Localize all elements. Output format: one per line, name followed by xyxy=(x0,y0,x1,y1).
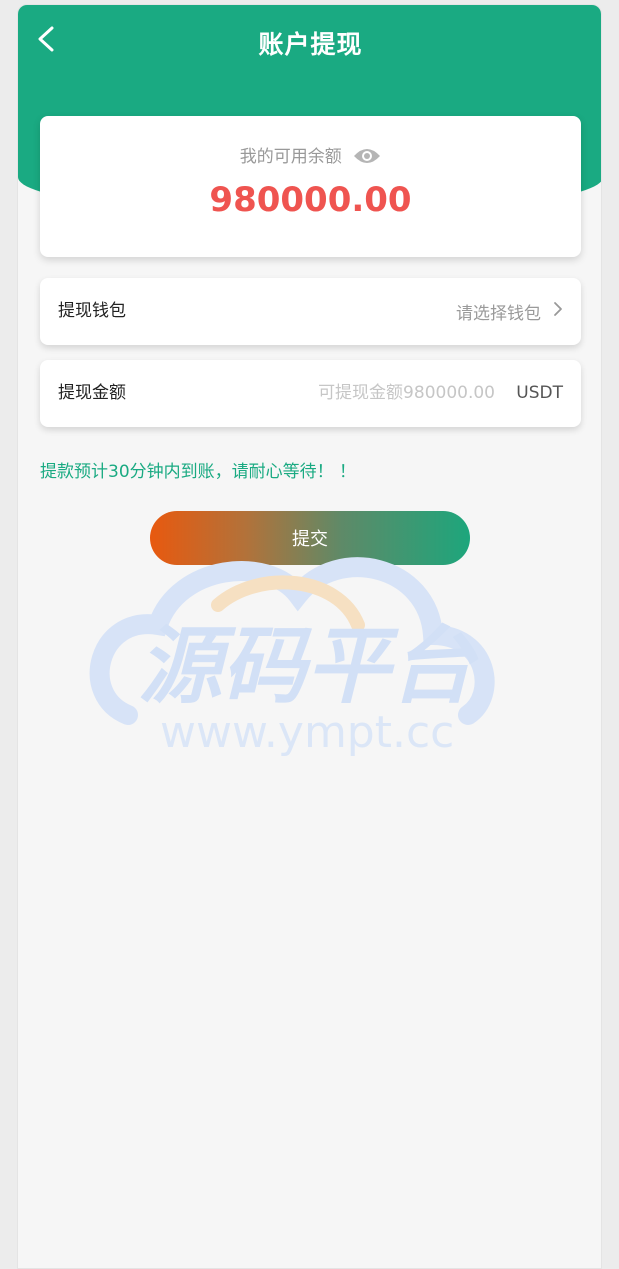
page-title: 账户提现 xyxy=(258,30,363,59)
balance-card: 我的可用余额 980000.00 xyxy=(40,116,581,257)
arrival-notice: 提款预计30分钟内到账，请耐心等待！ ！ xyxy=(40,462,357,482)
watermark-url: www.ympt.cc xyxy=(160,707,454,758)
eye-icon[interactable] xyxy=(353,146,381,171)
wallet-select-placeholder: 请选择钱包 xyxy=(456,304,541,324)
amount-input[interactable] xyxy=(255,377,495,409)
amount-row: 提现金额 USDT xyxy=(40,360,581,427)
app-screen: 账户提现 我的可用余额 980000.00 提现钱包 请选择钱包 提现金额 可提… xyxy=(17,4,602,1269)
watermark-title: 源码平台 xyxy=(138,617,479,715)
wallet-select-row[interactable]: 提现钱包 请选择钱包 xyxy=(40,278,581,345)
wallet-select[interactable]: 请选择钱包 xyxy=(456,278,563,345)
submit-button[interactable]: 提交 xyxy=(150,511,470,565)
balance-amount: 980000.00 xyxy=(209,180,412,220)
balance-label: 我的可用余额 xyxy=(239,147,342,167)
currency-unit: USDT xyxy=(516,383,563,403)
wallet-label: 提现钱包 xyxy=(58,301,126,321)
watermark-logo: 源码平台 www.ympt.cc xyxy=(89,557,495,758)
chevron-right-icon xyxy=(553,301,563,322)
amount-label: 提现金额 xyxy=(58,383,126,403)
balance-label-row: 我的可用余额 xyxy=(40,142,581,171)
